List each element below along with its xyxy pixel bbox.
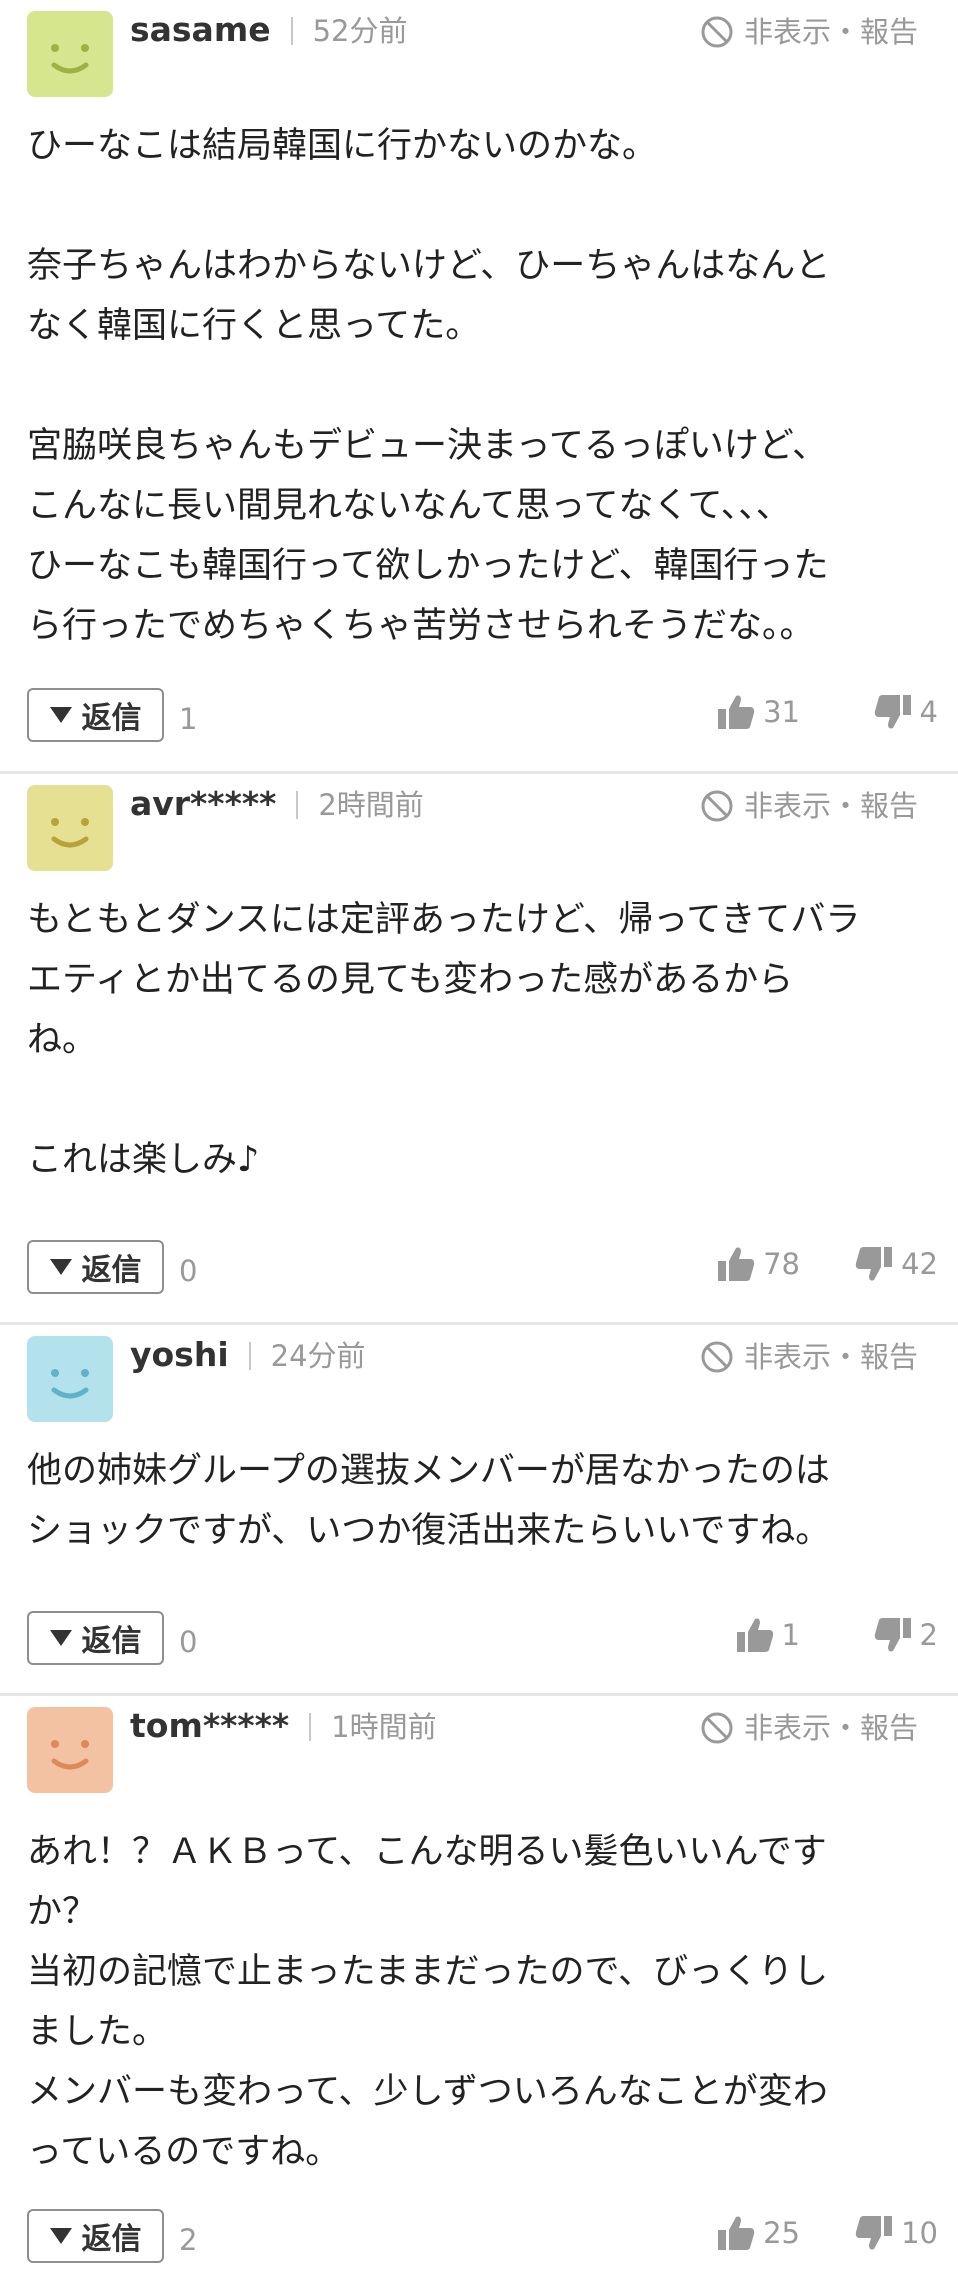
- triangle-down-icon: [49, 707, 72, 723]
- comment-actions: 返信 2 25 10: [27, 2209, 938, 2267]
- comment-actions: 返信 0 78 42: [27, 1240, 938, 1298]
- hide-report-link[interactable]: 非表示・報告: [700, 1339, 918, 1375]
- comment-actions: 返信 0 1 2: [27, 1611, 938, 1669]
- no-entry-icon: [701, 1341, 733, 1373]
- comment-card: tom***** 1時間前 非表示・報告 あれ！？ＡＫＢって、こんな明るい髪色いい…: [0, 1696, 958, 2285]
- dislike-button[interactable]: 2: [874, 1617, 938, 1653]
- header-divider: [248, 1342, 251, 1370]
- post-time: 52分前: [312, 14, 408, 48]
- comment-actions: 返信 1 31 4: [27, 688, 938, 746]
- hide-report-label: 非表示・報告: [743, 789, 918, 823]
- post-time: 1時間前: [331, 1710, 437, 1744]
- hide-report-link[interactable]: 非表示・報告: [700, 1710, 918, 1746]
- comment-body: あれ！？ＡＫＢって、こんな明るい髪色いいんです か？ 当初の記憶で止まったままだ…: [27, 1832, 829, 2172]
- triangle-down-icon: [49, 1630, 72, 1646]
- reply-label: 返信: [81, 2222, 142, 2257]
- reply-count: 1: [179, 702, 198, 736]
- thumbs-down-icon: [874, 1618, 911, 1652]
- avatar[interactable]: [27, 1336, 113, 1422]
- comment-header: tom***** 1時間前: [130, 1706, 437, 1747]
- thumbs-up-icon: [718, 695, 755, 729]
- like-button[interactable]: 1: [736, 1617, 800, 1653]
- comment-body: 他の姉妹グループの選抜メンバーが居なかったのは ショックですが、いつか復活出来た…: [27, 1451, 831, 1551]
- thumbs-up-icon: [736, 1618, 773, 1652]
- thumbs-up-icon: [718, 1247, 755, 1281]
- reply-button[interactable]: 返信: [27, 688, 164, 742]
- dislike-count: 2: [919, 1618, 938, 1652]
- post-time: 24分前: [270, 1339, 366, 1373]
- reply-label: 返信: [81, 1253, 142, 1288]
- dislike-button[interactable]: 4: [874, 694, 938, 730]
- avatar[interactable]: [27, 785, 113, 871]
- no-entry-icon: [701, 1712, 733, 1744]
- comment-header: avr***** 2時間前: [130, 784, 424, 825]
- hide-report-link[interactable]: 非表示・報告: [700, 788, 918, 824]
- like-button[interactable]: 31: [717, 694, 800, 730]
- thumbs-up-icon: [718, 2216, 755, 2250]
- dislike-count: 42: [901, 1247, 938, 1281]
- smiley-face-icon: [51, 44, 89, 74]
- smiley-face-icon: [51, 1740, 89, 1770]
- comment-header: sasame 52分前: [130, 10, 408, 51]
- dislike-button[interactable]: 42: [855, 1246, 938, 1282]
- comment-card: yoshi 24分前 非表示・報告 他の姉妹グループの選抜メンバーが居なかったのは…: [0, 1325, 958, 1696]
- no-entry-icon: [701, 16, 733, 48]
- avatar[interactable]: [27, 11, 113, 97]
- thumbs-down-icon: [855, 1247, 893, 1281]
- thumbs-down-icon: [855, 2216, 893, 2250]
- username[interactable]: yoshi: [130, 1335, 229, 1374]
- username[interactable]: avr*****: [130, 784, 276, 823]
- comment-header: yoshi 24分前: [130, 1335, 366, 1376]
- reply-count: 0: [179, 1254, 198, 1288]
- hide-report-link[interactable]: 非表示・報告: [700, 14, 918, 50]
- triangle-down-icon: [49, 2228, 72, 2244]
- username[interactable]: tom*****: [130, 1706, 289, 1745]
- comment-body: ひーなこは結局韓国に行かないのかな。 奈子ちゃんはわからないけど、ひーちゃんはな…: [27, 126, 831, 646]
- dislike-count: 10: [901, 2216, 938, 2250]
- reply-button[interactable]: 返信: [27, 1611, 164, 1665]
- reply-count: 0: [179, 1625, 198, 1659]
- reply-button[interactable]: 返信: [27, 2209, 164, 2263]
- reply-label: 返信: [81, 701, 142, 736]
- triangle-down-icon: [49, 1259, 72, 1275]
- header-divider: [309, 1713, 312, 1741]
- hide-report-label: 非表示・報告: [743, 1340, 918, 1374]
- dislike-count: 4: [919, 695, 938, 729]
- avatar[interactable]: [27, 1707, 113, 1793]
- like-count: 25: [763, 2216, 800, 2250]
- header-divider: [296, 791, 299, 819]
- thumbs-down-icon: [874, 695, 911, 729]
- dislike-button[interactable]: 10: [855, 2215, 938, 2251]
- like-count: 31: [763, 695, 800, 729]
- hide-report-label: 非表示・報告: [743, 1711, 918, 1745]
- like-count: 1: [781, 1618, 800, 1652]
- reply-label: 返信: [81, 1624, 142, 1659]
- header-divider: [290, 17, 293, 45]
- username[interactable]: sasame: [130, 10, 271, 49]
- reply-count: 2: [179, 2223, 198, 2257]
- post-time: 2時間前: [318, 788, 424, 822]
- smiley-face-icon: [51, 818, 89, 848]
- like-button[interactable]: 25: [717, 2215, 800, 2251]
- like-button[interactable]: 78: [717, 1246, 800, 1282]
- smiley-face-icon: [51, 1369, 89, 1399]
- comment-body: もともとダンスには定評あったけど、帰ってきてバラ エティとか出てるの見ても変わっ…: [27, 900, 861, 1180]
- like-count: 78: [763, 1247, 800, 1281]
- comment-card: avr***** 2時間前 非表示・報告 もともとダンスには定評あったけど、帰って…: [0, 774, 958, 1325]
- hide-report-label: 非表示・報告: [743, 15, 918, 49]
- no-entry-icon: [701, 790, 733, 822]
- comment-card: sasame 52分前 非表示・報告 ひーなこは結局韓国に行かないのかな。 奈子ち…: [0, 0, 958, 774]
- reply-button[interactable]: 返信: [27, 1240, 164, 1294]
